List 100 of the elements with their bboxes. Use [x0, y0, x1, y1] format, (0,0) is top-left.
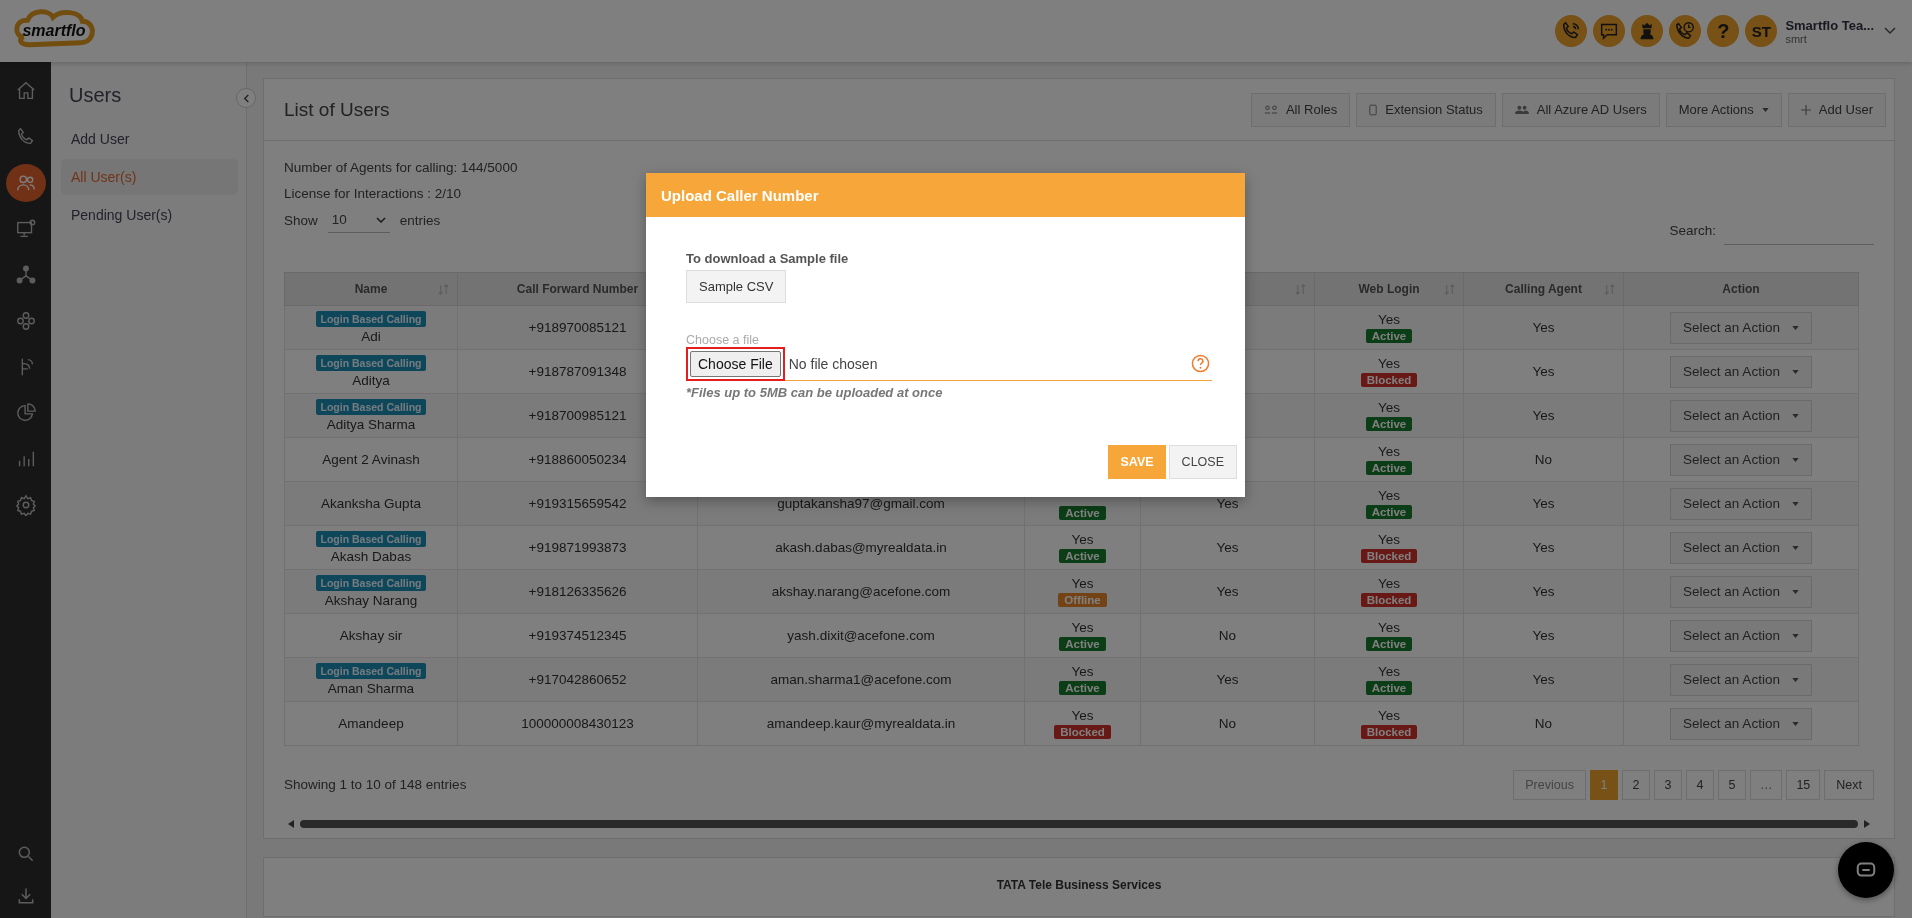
page-length-select[interactable]: 10: [327, 207, 390, 233]
upload-note: *Files up to 5MB can be uploaded at once: [686, 385, 943, 400]
caret-icon: [1791, 545, 1799, 550]
caret-icon: [1791, 633, 1799, 638]
sidebar-item[interactable]: Add User: [61, 121, 238, 157]
scroll-left-icon[interactable]: [288, 820, 294, 828]
pagination-button[interactable]: …: [1749, 770, 1783, 800]
pagination-button[interactable]: 4: [1685, 770, 1714, 800]
pagination-button[interactable]: Next: [1824, 770, 1874, 800]
status-badge: Blocked: [1360, 593, 1418, 607]
caret-icon: [1791, 721, 1799, 726]
table-cell: +918970085121: [528, 320, 627, 335]
table-cell: Akanksha Gupta: [321, 496, 421, 511]
scroll-right-icon[interactable]: [1864, 820, 1870, 828]
plus-icon: [1800, 104, 1811, 115]
toolbar-button[interactable]: Extension Status: [1356, 92, 1496, 127]
table-cell: Yes: [1378, 576, 1400, 591]
sample-label: To download a Sample file: [686, 251, 849, 266]
status-badge: Active: [1365, 637, 1413, 651]
table-cell: Adi: [361, 329, 381, 344]
sidebar-item[interactable]: All User(s): [61, 159, 238, 195]
sidebar-title: Users: [68, 84, 123, 107]
help-button[interactable]: ?: [1707, 15, 1740, 47]
table-cell: Yes: [1378, 664, 1400, 679]
table-cell: Yes: [1378, 356, 1400, 371]
table-cell: Yes: [1532, 584, 1555, 599]
home-icon: [14, 80, 37, 102]
table-cell: Agent 2 Avinash: [322, 452, 420, 467]
table-cell: No: [1534, 452, 1553, 467]
caret-icon: [1791, 589, 1799, 594]
chevron-left-icon[interactable]: [241, 93, 251, 103]
action-dropdown[interactable]: Select an Action: [1670, 619, 1812, 652]
toolbar-button[interactable]: All Azure AD Users: [1501, 92, 1660, 127]
status-badge: Blocked: [1360, 725, 1418, 739]
table-cell: Akshay Narang: [324, 593, 418, 608]
status-badge: Active: [1059, 549, 1106, 563]
collapse-button[interactable]: [236, 88, 256, 108]
action-dropdown[interactable]: Select an Action: [1670, 355, 1812, 388]
status-badge: Active: [1059, 681, 1106, 695]
table-cell: guptakansha97@gmail.com: [777, 496, 945, 511]
file-field[interactable]: Choose File No file chosen: [686, 347, 1212, 381]
table-cell: Amandeep: [338, 716, 404, 731]
calling-tag: Login Based Calling: [315, 355, 427, 371]
search-label: Search:: [1669, 222, 1716, 238]
choose-file-button[interactable]: Choose File: [690, 350, 781, 377]
pagination-button[interactable]: 3: [1653, 770, 1682, 800]
status-badge: Active: [1365, 681, 1413, 695]
table-cell: Aditya Sharma: [326, 417, 416, 432]
user-org: smrt: [1785, 32, 1808, 45]
chat-button[interactable]: [1838, 842, 1894, 898]
toolbar-button[interactable]: Add User: [1787, 92, 1886, 127]
table-cell: Yes: [1532, 540, 1555, 555]
table-cell: Yes: [1532, 628, 1555, 643]
action-dropdown[interactable]: Select an Action: [1670, 399, 1812, 432]
calling-tag: Login Based Calling: [315, 399, 427, 415]
phone-clock-icon[interactable]: [1674, 20, 1697, 42]
action-dropdown[interactable]: Select an Action: [1670, 707, 1812, 740]
pagination-button[interactable]: 5: [1717, 770, 1746, 800]
monitor-gear-icon: [14, 218, 37, 240]
show-label: Show: [284, 212, 318, 228]
action-dropdown[interactable]: Select an Action: [1670, 487, 1812, 520]
action-dropdown[interactable]: Select an Action: [1670, 575, 1812, 608]
caret-icon: [1761, 107, 1769, 112]
table-cell: Yes: [1378, 444, 1400, 459]
status-badge: Active: [1365, 329, 1413, 343]
action-dropdown[interactable]: Select an Action: [1670, 443, 1812, 476]
people-icon: [1514, 105, 1529, 114]
table-cell: Yes: [1216, 584, 1239, 599]
chevron-down-icon[interactable]: [1884, 27, 1896, 35]
table-cell: Yes: [1532, 364, 1555, 379]
column-header: Action: [1623, 272, 1859, 306]
table-cell: Yes: [1071, 664, 1094, 679]
pie-chart-icon: [14, 402, 37, 424]
table-cell: +919315659542: [528, 496, 627, 511]
circles-icon: [14, 310, 37, 332]
help-icon[interactable]: [1191, 354, 1210, 373]
pagination-button[interactable]: 15: [1786, 770, 1821, 800]
save-button[interactable]: SAVE: [1108, 445, 1166, 479]
network-icon: [14, 264, 37, 286]
action-dropdown[interactable]: Select an Action: [1670, 663, 1812, 696]
calling-tag: Login Based Calling: [315, 663, 427, 679]
toolbar-button[interactable]: All Roles: [1250, 92, 1351, 127]
pagination-button[interactable]: 2: [1621, 770, 1650, 800]
status-badge: Blocked: [1054, 725, 1111, 739]
people-outline-icon: [1263, 105, 1278, 114]
sample-csv-button[interactable]: Sample CSV: [686, 270, 787, 303]
calling-tag: Login Based Calling: [315, 531, 427, 547]
user-name[interactable]: Smartflo Tea...: [1785, 17, 1874, 33]
file-status: No file chosen: [788, 355, 879, 372]
calling-tag: Login Based Calling: [315, 575, 427, 591]
sidebar-item[interactable]: Pending User(s): [61, 197, 238, 233]
action-dropdown[interactable]: Select an Action: [1670, 531, 1812, 564]
table-cell: Yes: [1378, 532, 1400, 547]
action-dropdown[interactable]: Select an Action: [1670, 311, 1812, 344]
nav-button[interactable]: [5, 164, 46, 202]
caret-icon: [1791, 677, 1799, 682]
close-button[interactable]: CLOSE: [1168, 445, 1237, 479]
user-avatar[interactable]: ST: [1745, 15, 1778, 47]
info-text: Number of Agents for calling: 144/5000: [284, 159, 518, 177]
dropdown-button[interactable]: More Actions: [1665, 92, 1782, 127]
